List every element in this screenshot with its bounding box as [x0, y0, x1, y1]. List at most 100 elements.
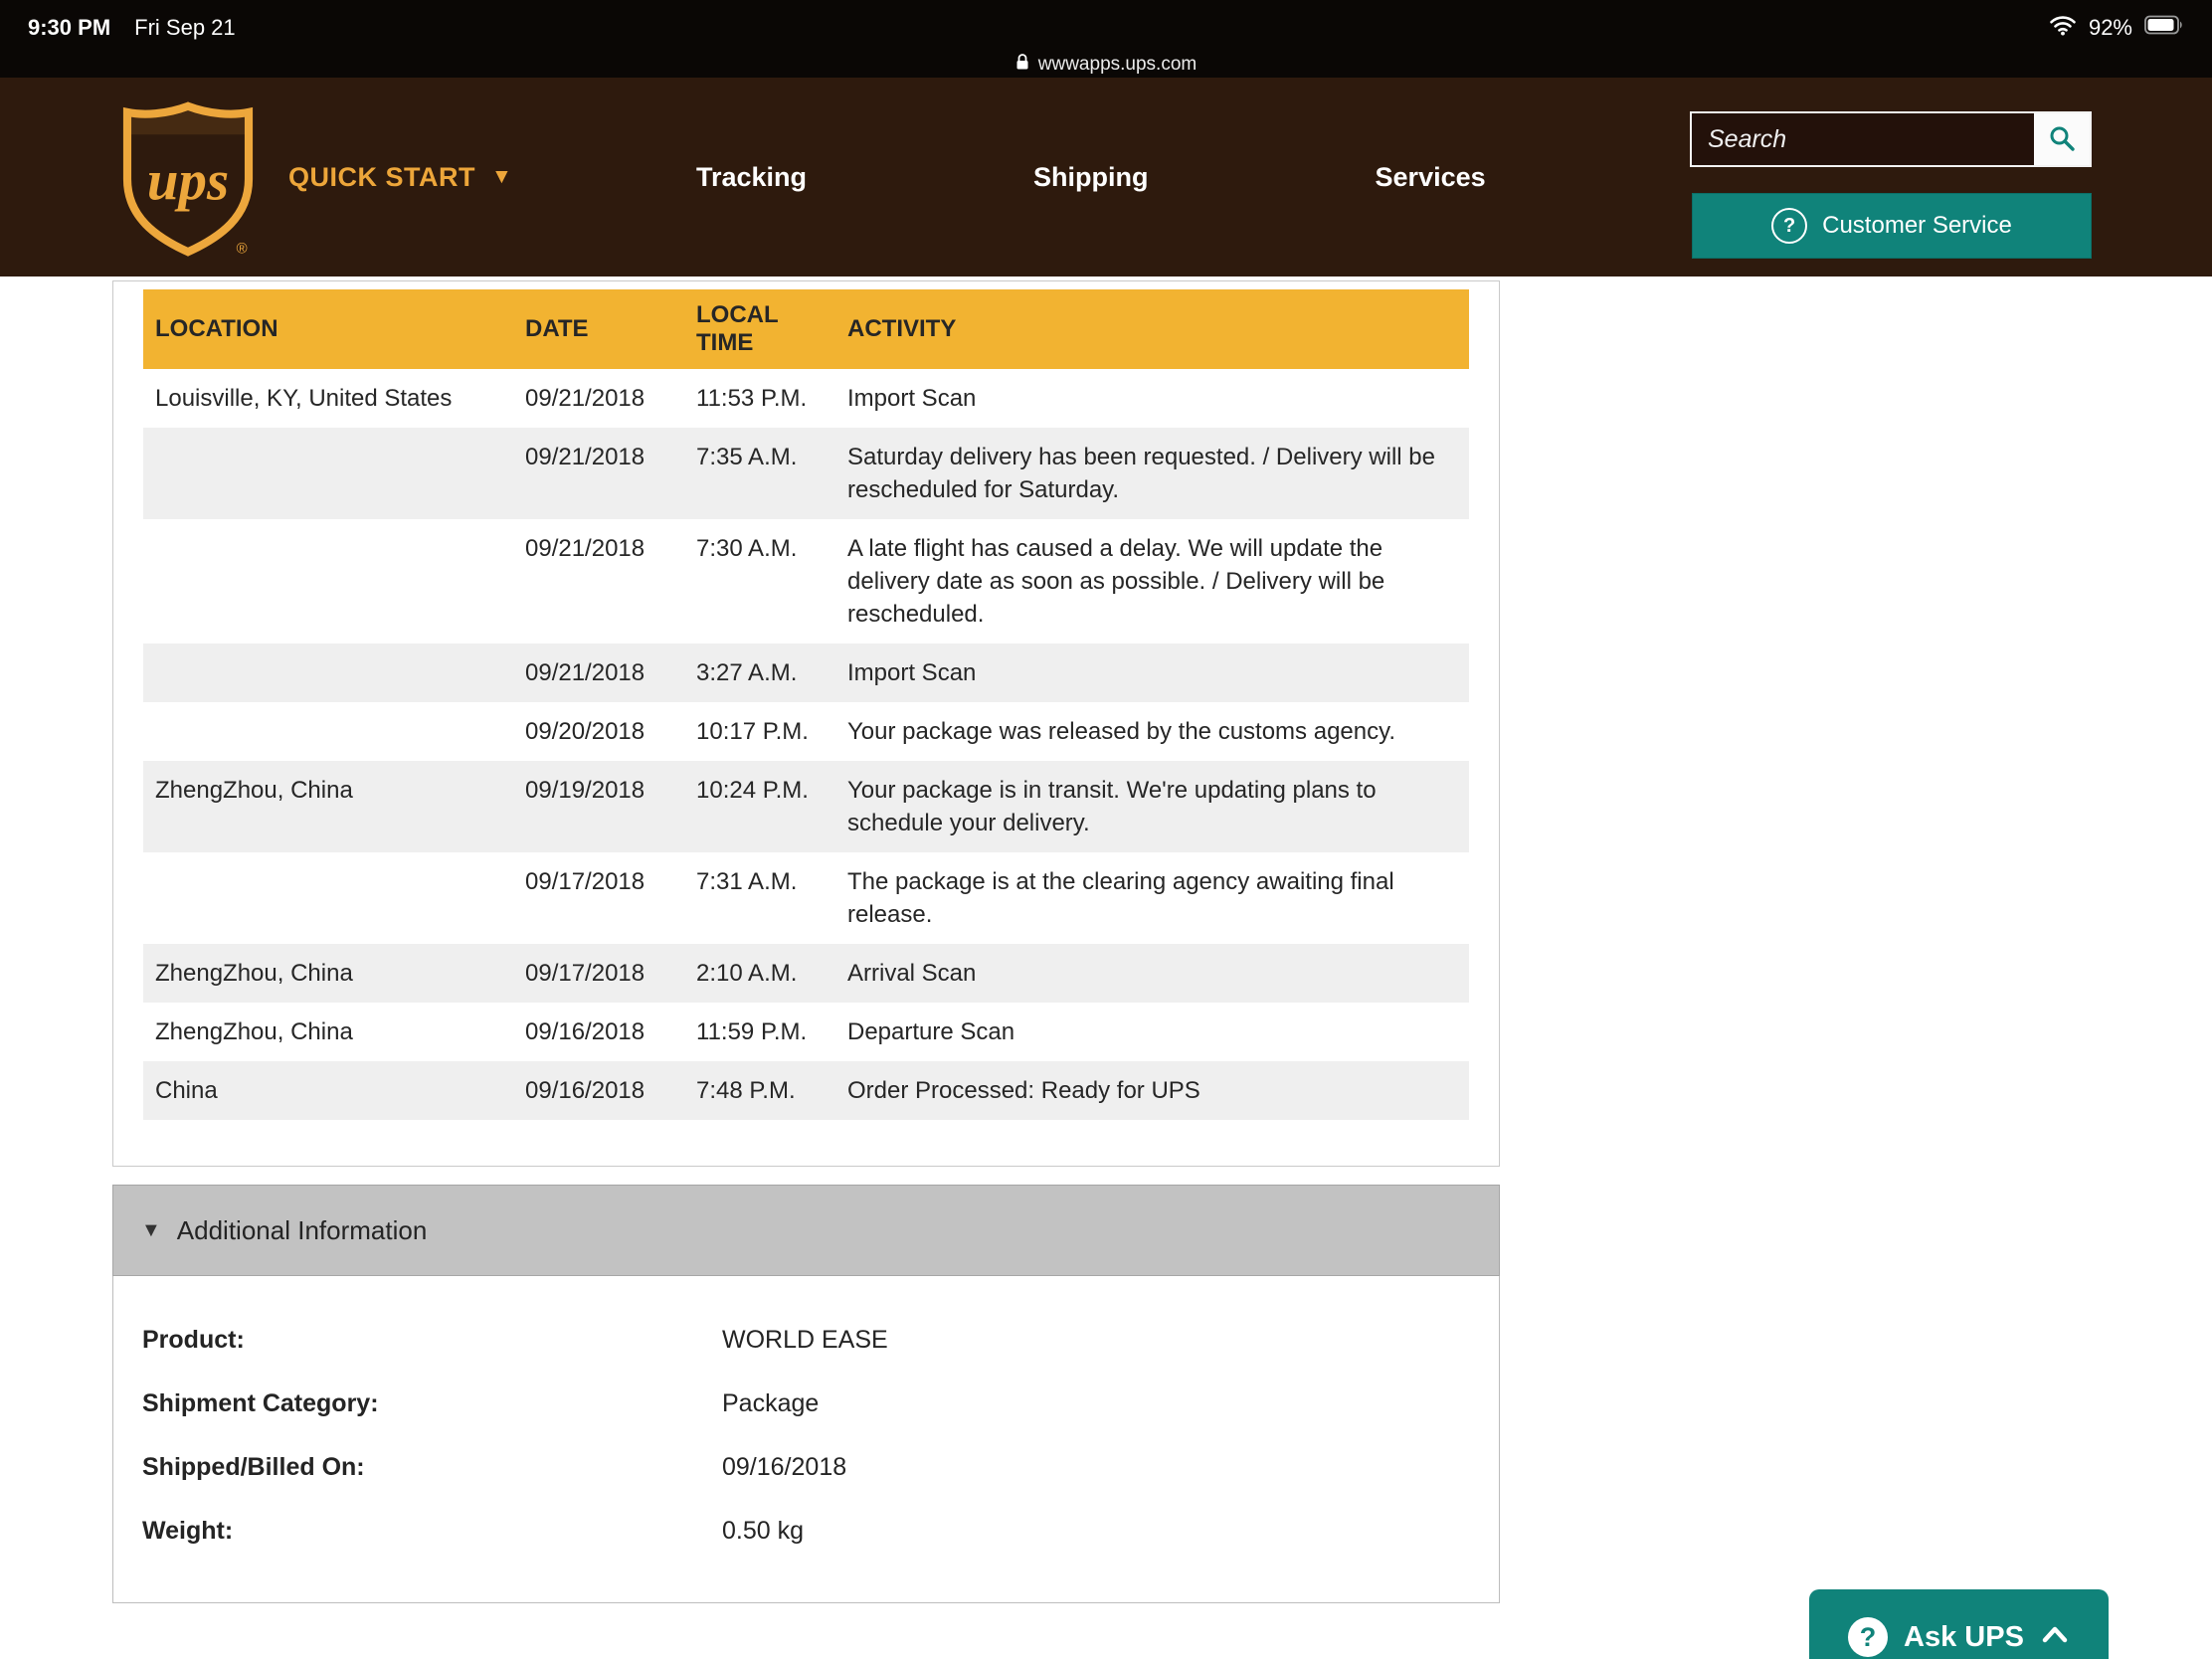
tracking-activity-card: LOCATIONDATELOCAL TIMEACTIVITY Louisvill…	[112, 280, 1500, 1167]
cell-location	[143, 852, 513, 944]
table-row: 09/20/201810:17 P.M.Your package was rel…	[143, 702, 1469, 761]
url-text: wwwapps.ups.com	[1038, 54, 1197, 76]
caret-down-icon: ▼	[141, 1219, 161, 1242]
cell-location	[143, 702, 513, 761]
cell-location	[143, 428, 513, 519]
info-field: Weight:0.50 kg	[142, 1499, 1479, 1563]
status-date: Fri Sep 21	[134, 15, 236, 41]
cell-activity: Saturday delivery has been requested. / …	[835, 428, 1469, 519]
column-header: DATE	[513, 289, 684, 369]
status-time: 9:30 PM	[28, 15, 110, 41]
info-field-value: WORLD EASE	[722, 1326, 888, 1355]
info-field-label: Shipped/Billed On:	[142, 1453, 722, 1482]
nav-item-tracking[interactable]: Tracking	[696, 162, 807, 193]
table-row: Louisville, KY, United States09/21/20181…	[143, 369, 1469, 428]
main-nav: Tracking Shipping Services	[696, 78, 1486, 276]
lock-icon	[1015, 53, 1029, 77]
search-box	[1690, 111, 2092, 167]
cell-date: 09/16/2018	[513, 1003, 684, 1061]
column-header: LOCATION	[143, 289, 513, 369]
ups-logo[interactable]: ups ®	[119, 99, 257, 259]
url-bar[interactable]: wwwapps.ups.com	[0, 50, 2212, 80]
quick-start-menu[interactable]: QUICK START ▼	[288, 78, 512, 276]
additional-information-section: ▼ Additional Information Product:WORLD E…	[112, 1185, 1500, 1603]
cell-time: 7:35 A.M.	[684, 428, 835, 519]
cell-activity: The package is at the clearing agency aw…	[835, 852, 1469, 944]
search-icon	[2048, 124, 2076, 155]
cell-time: 7:48 P.M.	[684, 1061, 835, 1120]
info-field: Shipped/Billed On:09/16/2018	[142, 1435, 1479, 1499]
cell-time: 2:10 A.M.	[684, 944, 835, 1003]
table-row: ZhengZhou, China09/19/201810:24 P.M.Your…	[143, 761, 1469, 852]
info-field-value: Package	[722, 1389, 819, 1418]
svg-text:®: ®	[237, 242, 248, 258]
tracking-head-row: LOCATIONDATELOCAL TIMEACTIVITY	[143, 289, 1469, 369]
table-row: 09/17/20187:31 A.M.The package is at the…	[143, 852, 1469, 944]
column-header: ACTIVITY	[835, 289, 1469, 369]
cell-location: ZhengZhou, China	[143, 761, 513, 852]
status-bar-top: 9:30 PM Fri Sep 21 92%	[0, 0, 2212, 50]
tracking-table: LOCATIONDATELOCAL TIMEACTIVITY Louisvill…	[143, 289, 1469, 1120]
additional-information-title: Additional Information	[177, 1215, 427, 1246]
cell-date: 09/21/2018	[513, 644, 684, 702]
customer-service-label: Customer Service	[1822, 212, 2012, 240]
cell-date: 09/17/2018	[513, 852, 684, 944]
cell-time: 11:59 P.M.	[684, 1003, 835, 1061]
table-row: 09/21/20187:35 A.M.Saturday delivery has…	[143, 428, 1469, 519]
additional-info-fields: Product:WORLD EASE Shipment Category:Pack…	[142, 1308, 1479, 1563]
info-field-value: 09/16/2018	[722, 1453, 846, 1482]
nav-item-shipping[interactable]: Shipping	[1033, 162, 1148, 193]
ask-ups-button[interactable]: ? Ask UPS	[1809, 1589, 2109, 1659]
cell-date: 09/20/2018	[513, 702, 684, 761]
table-row: China09/16/20187:48 P.M.Order Processed:…	[143, 1061, 1469, 1120]
column-header: LOCAL TIME	[684, 289, 835, 369]
cell-time: 3:27 A.M.	[684, 644, 835, 702]
cell-time: 10:24 P.M.	[684, 761, 835, 852]
tracking-body: Louisville, KY, United States09/21/20181…	[143, 369, 1469, 1120]
status-bar: 9:30 PM Fri Sep 21 92%	[0, 0, 2212, 78]
cell-activity: Import Scan	[835, 644, 1469, 702]
info-field-label: Shipment Category:	[142, 1389, 722, 1418]
svg-text:ups: ups	[147, 149, 229, 212]
ask-ups-label: Ask UPS	[1904, 1621, 2024, 1654]
cell-date: 09/21/2018	[513, 369, 684, 428]
cell-location: Louisville, KY, United States	[143, 369, 513, 428]
cell-date: 09/21/2018	[513, 519, 684, 644]
cell-time: 10:17 P.M.	[684, 702, 835, 761]
site-header: ups ® QUICK START ▼ Tracking Shipping Serv…	[0, 78, 2212, 276]
nav-item-services[interactable]: Services	[1376, 162, 1486, 193]
search-button[interactable]	[2034, 113, 2090, 165]
info-field-value: 0.50 kg	[722, 1517, 804, 1546]
cell-location: ZhengZhou, China	[143, 944, 513, 1003]
cell-activity: Arrival Scan	[835, 944, 1469, 1003]
customer-service-button[interactable]: ? Customer Service	[1692, 193, 2092, 259]
quick-start-label: QUICK START	[288, 162, 475, 193]
cell-activity: Departure Scan	[835, 1003, 1469, 1061]
question-icon: ?	[1771, 208, 1807, 244]
chevron-up-icon	[2040, 1624, 2070, 1651]
table-row: ZhengZhou, China09/16/201811:59 P.M.Depa…	[143, 1003, 1469, 1061]
cell-activity: A late flight has caused a delay. We wil…	[835, 519, 1469, 644]
cell-location	[143, 519, 513, 644]
cell-time: 7:30 A.M.	[684, 519, 835, 644]
info-field-label: Product:	[142, 1326, 722, 1355]
table-row: 09/21/20183:27 A.M.Import Scan	[143, 644, 1469, 702]
cell-location: China	[143, 1061, 513, 1120]
cell-date: 09/21/2018	[513, 428, 684, 519]
table-row: 09/21/20187:30 A.M.A late flight has cau…	[143, 519, 1469, 644]
cell-date: 09/16/2018	[513, 1061, 684, 1120]
cell-activity: Order Processed: Ready for UPS	[835, 1061, 1469, 1120]
screen: 9:30 PM Fri Sep 21 92%	[0, 0, 2212, 1659]
caret-down-icon: ▼	[491, 165, 512, 189]
cell-activity: Your package is in transit. We're updati…	[835, 761, 1469, 852]
cell-date: 09/17/2018	[513, 944, 684, 1003]
additional-information-header[interactable]: ▼ Additional Information	[112, 1185, 1500, 1276]
status-left: 9:30 PM Fri Sep 21	[28, 15, 236, 41]
additional-information-fields: Product:WORLD EASE Shipment Category:Pack…	[112, 1276, 1500, 1603]
battery-percent: 92%	[2089, 15, 2132, 41]
search-input[interactable]	[1692, 113, 2034, 165]
cell-time: 11:53 P.M.	[684, 369, 835, 428]
cell-location	[143, 644, 513, 702]
cell-time: 7:31 A.M.	[684, 852, 835, 944]
cell-activity: Your package was released by the customs…	[835, 702, 1469, 761]
